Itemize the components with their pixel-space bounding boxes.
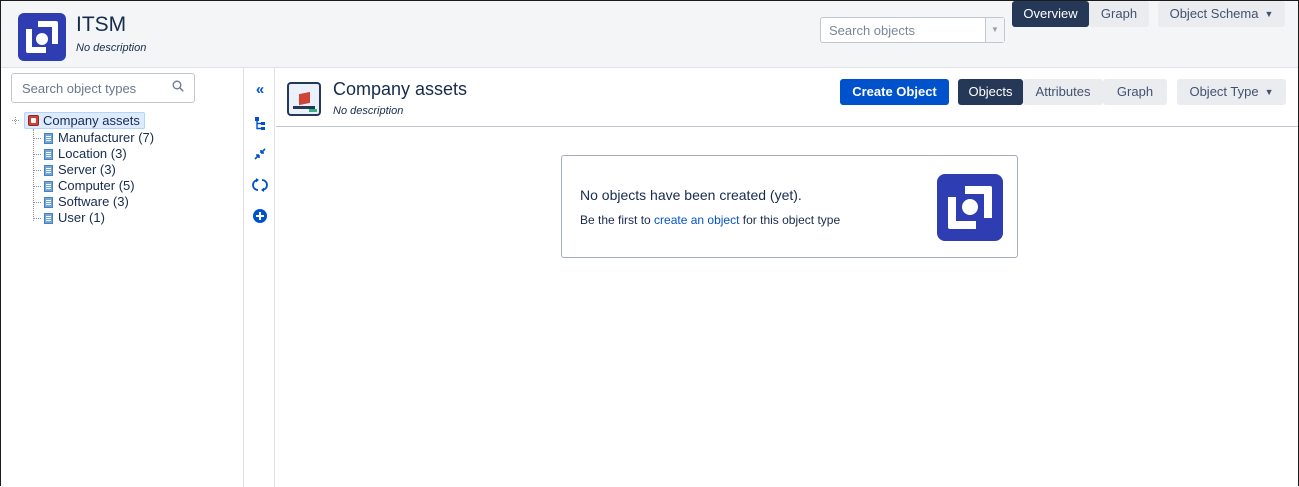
object-schema-icon — [28, 115, 39, 126]
object-type-icon — [44, 149, 53, 160]
tree-item-label: User (1) — [58, 210, 105, 225]
tab-attributes[interactable]: Attributes — [1023, 79, 1103, 105]
tab-objects[interactable]: Objects — [958, 79, 1023, 105]
create-object-link[interactable]: create an object — [654, 213, 739, 227]
chevron-down-icon: ▼ — [1264, 87, 1274, 97]
app-window: ITSM No description ▼ Overview Graph Obj… — [0, 0, 1299, 487]
empty-state-text: Be the first to create an object for thi… — [580, 213, 840, 227]
object-type-icon — [44, 133, 53, 144]
object-type-menu-label: Object Type — [1189, 84, 1259, 99]
object-type-icon — [44, 181, 53, 192]
object-schema-menu[interactable]: Object Schema ▼ — [1158, 1, 1285, 27]
tree-root-label: Company assets — [43, 113, 140, 128]
object-schema-menu-label: Object Schema — [1169, 6, 1259, 21]
object-type-search-input[interactable] — [22, 75, 172, 101]
tab-graph-object-type[interactable]: Graph — [1103, 79, 1167, 105]
search-icon — [172, 80, 184, 92]
tree-toolbar: « — [245, 68, 275, 487]
collapse-panel-icon[interactable]: « — [252, 82, 268, 98]
tree-root-label-box[interactable]: Company assets — [24, 112, 145, 129]
schema-title: ITSM — [76, 13, 127, 36]
schema-header: ITSM No description ▼ Overview Graph Obj… — [1, 1, 1298, 68]
tree-item-label: Computer (5) — [58, 178, 135, 193]
object-type-title: Company assets — [333, 79, 468, 99]
tree-expander-icon[interactable] — [11, 116, 20, 125]
tree-item-label: Software (3) — [58, 194, 129, 209]
empty-state-text-before: Be the first to — [580, 213, 655, 227]
collapse-all-icon[interactable] — [252, 146, 268, 162]
tab-overview[interactable]: Overview — [1012, 1, 1089, 27]
schema-description: No description — [76, 42, 147, 54]
dropdown-arrow-icon[interactable]: ▼ — [985, 18, 1004, 42]
empty-state-text-after: for this object type — [739, 213, 841, 227]
tree-connector — [33, 129, 34, 221]
tree-item-label: Manufacturer (7) — [58, 130, 155, 145]
tree-structure-icon[interactable] — [252, 115, 268, 131]
object-type-description: No description — [333, 105, 404, 117]
refresh-icon[interactable] — [252, 177, 268, 193]
object-type-avatar-icon — [287, 82, 321, 116]
itsm-logo-icon — [18, 13, 66, 61]
object-type-search[interactable] — [11, 73, 195, 103]
create-object-button[interactable]: Create Object — [840, 79, 949, 105]
object-type-icon — [44, 165, 53, 176]
object-type-panel: Company assets Manufacturer (7) Location… — [1, 68, 244, 487]
search-objects-input[interactable] — [829, 19, 979, 41]
empty-state-panel: No objects have been created (yet). Be t… — [561, 155, 1018, 258]
object-type-header: Company assets No description Create Obj… — [276, 68, 1298, 127]
chevron-down-icon: ▼ — [1264, 9, 1274, 19]
add-circle-icon[interactable] — [252, 208, 268, 224]
itsm-logo-icon — [937, 174, 1003, 241]
tab-graph[interactable]: Graph — [1089, 1, 1149, 27]
object-type-menu[interactable]: Object Type ▼ — [1177, 79, 1286, 105]
tree-item-label: Location (3) — [58, 146, 127, 161]
object-type-icon — [44, 213, 53, 224]
tree-item-label: Server (3) — [58, 162, 116, 177]
empty-state-heading: No objects have been created (yet). — [580, 187, 802, 203]
object-type-icon — [44, 197, 53, 208]
search-objects-select[interactable]: ▼ — [820, 17, 1005, 43]
